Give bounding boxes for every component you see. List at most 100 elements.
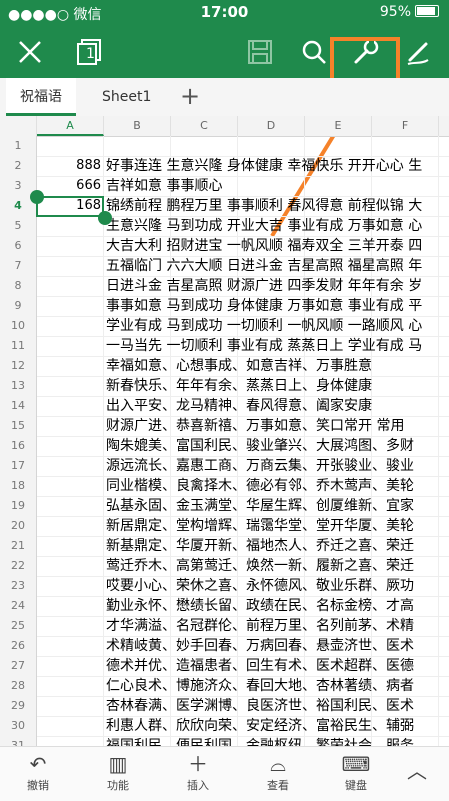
row-header[interactable]: 21 [0, 536, 37, 557]
cell-b[interactable]: 源远流长、嘉惠工商、万商云集、开张骏业、骏业 [106, 456, 449, 476]
row-header[interactable]: 23 [0, 576, 37, 597]
row-header[interactable]: 8 [0, 276, 37, 297]
view-button[interactable]: ⌓ 查看 [248, 751, 308, 793]
cell-a[interactable] [37, 316, 103, 336]
cell-a[interactable] [37, 456, 103, 476]
row-header[interactable]: 7 [0, 256, 37, 277]
cell-b[interactable]: 新居鼎定、堂构增辉、瑞霭华堂、堂开华厦、美轮 [106, 516, 449, 536]
cell-b[interactable]: 仁心良术、博施济众、春回大地、杏林著绩、病者 [106, 676, 449, 696]
cell-a[interactable] [37, 336, 103, 356]
row-header[interactable]: 2 [0, 156, 37, 177]
cell-b[interactable]: 勤业永怀、懋绩长留、政绩在民、名标金榜、才高 [106, 596, 449, 616]
cell-a[interactable] [37, 716, 103, 736]
cell-b[interactable]: 锦绣前程 鹏程万里 事事顺利 春风得意 前程似锦 大 [106, 196, 449, 216]
undo-button[interactable]: ↶ 撤销 [8, 751, 68, 793]
row-header[interactable]: 19 [0, 496, 37, 517]
cell-b[interactable]: 出入平安、龙马精神、春风得意、阖家安康 [106, 396, 449, 416]
row-header[interactable]: 25 [0, 616, 37, 637]
cell-a[interactable] [37, 376, 103, 396]
cell-b[interactable]: 生意兴隆 马到功成 开业大吉 事业有成 万事如意 心 [106, 216, 449, 236]
cell-a[interactable] [37, 656, 103, 676]
cell-b[interactable]: 德术并优、造福患者、回生有术、医术超群、医德 [106, 656, 449, 676]
row-header[interactable]: 16 [0, 436, 37, 457]
corner-cell[interactable] [0, 116, 37, 136]
close-button[interactable] [12, 34, 48, 70]
row-header[interactable]: 9 [0, 296, 37, 317]
column-header-c[interactable]: C [171, 116, 238, 136]
cell-a[interactable] [37, 236, 103, 256]
function-button[interactable]: ▥ 功能 [88, 751, 148, 793]
cell-a[interactable] [37, 356, 103, 376]
cell-a[interactable] [37, 556, 103, 576]
row-header[interactable]: 18 [0, 476, 37, 497]
row-header[interactable]: 14 [0, 396, 37, 417]
row-header[interactable]: 30 [0, 716, 37, 737]
spreadsheet-grid[interactable]: A B C D E F 1 2 888 好事连连 生意兴隆 身体健康 幸福快乐 开开心… [0, 116, 449, 746]
row-header[interactable]: 1 [0, 136, 37, 157]
cell-a[interactable] [37, 576, 103, 596]
row-header[interactable]: 17 [0, 456, 37, 477]
tab-zhufuyu[interactable]: 祝福语 [6, 78, 76, 116]
cell-b[interactable]: 五福临门 六六大顺 日进斗金 吉星高照 福星高照 年 [106, 256, 449, 276]
cell-b[interactable]: 好事连连 生意兴隆 身体健康 幸福快乐 开开心心 生 [106, 156, 449, 176]
row-header[interactable]: 10 [0, 316, 37, 337]
cell-a[interactable] [37, 496, 103, 516]
collapse-button[interactable]: ︿ [392, 751, 442, 783]
cell-b[interactable]: 新基鼎定、华厦开新、福地杰人、乔迁之喜、荣迁 [106, 536, 449, 556]
cell-b[interactable]: 莺迁乔木、高第莺迁、焕然一新、履新之喜、荣迁 [106, 556, 449, 576]
row-header[interactable]: 24 [0, 596, 37, 617]
cell-a[interactable] [37, 596, 103, 616]
column-header-d[interactable]: D [238, 116, 305, 136]
cell-b[interactable]: 一马当先 一切顺利 事业有成 蒸蒸日上 学业有成 马 [106, 336, 449, 356]
cell-a[interactable] [37, 516, 103, 536]
save-button[interactable] [242, 34, 278, 70]
row-header[interactable]: 13 [0, 376, 37, 397]
keyboard-button[interactable]: ⌨ 键盘 [326, 751, 386, 793]
cell-a[interactable] [37, 296, 103, 316]
column-header-b[interactable]: B [104, 116, 171, 136]
pen-button[interactable] [400, 34, 436, 70]
cell-a[interactable] [37, 616, 103, 636]
cell-b[interactable]: 福国利民、便民利国、金融枢纽、繁荣社会、服务 [106, 736, 449, 746]
selection-handle-end[interactable] [98, 211, 112, 225]
column-header-e[interactable]: E [305, 116, 372, 136]
column-header-a[interactable]: A [37, 116, 104, 136]
cell-a[interactable] [37, 416, 103, 436]
add-sheet-button[interactable]: + [180, 78, 200, 116]
cell-b[interactable]: 利惠人群、欣欣向荣、安定经济、富裕民生、辅弼 [106, 716, 449, 736]
cell-b[interactable]: 财源广进、恭喜新禧、万事如意、笑口常开 常用 [106, 416, 449, 436]
row-header[interactable]: 27 [0, 656, 37, 677]
cell-b[interactable]: 大吉大利 招财进宝 一帆风顺 福寿双全 三羊开泰 四 [106, 236, 449, 256]
cell-a[interactable] [37, 276, 103, 296]
tab-sheet1[interactable]: Sheet1 [88, 78, 165, 116]
search-button[interactable] [296, 34, 332, 70]
cell-a[interactable] [37, 536, 103, 556]
cell-b[interactable]: 弘基永固、金玉满堂、华屋生辉、创厦维新、宜家 [106, 496, 449, 516]
cell-b[interactable]: 事事如意 马到成功 身体健康 万事如意 事业有成 平 [106, 296, 449, 316]
cell-a[interactable]: 666 [37, 176, 103, 196]
cell-b[interactable]: 杏林春满、医学渊博、良医济世、裕国利民、医术 [106, 696, 449, 716]
row-header[interactable]: 20 [0, 516, 37, 537]
selection-handle-start[interactable] [30, 190, 44, 204]
insert-button[interactable]: ＋ 插入 [168, 751, 228, 793]
cell-b[interactable]: 术精岐黄、妙手回春、万病回春、悬壶济世、医术 [106, 636, 449, 656]
row-header[interactable]: 11 [0, 336, 37, 357]
cell-a[interactable] [37, 436, 103, 456]
row-header[interactable]: 6 [0, 236, 37, 257]
row-header[interactable]: 5 [0, 216, 37, 237]
cell-a[interactable] [37, 216, 103, 236]
selected-cell-a4[interactable] [36, 196, 104, 217]
cell-b[interactable]: 幸福如意、心想事成、如意吉祥、万事胜意 [106, 356, 449, 376]
cell-b[interactable]: 同业楷模、良禽择木、德必有邻、乔木莺声、美轮 [106, 476, 449, 496]
cell-b[interactable]: 才华满溢、名冠群伦、前程万里、名列前茅、术精 [106, 616, 449, 636]
row-header[interactable]: 26 [0, 636, 37, 657]
cell-b[interactable] [106, 136, 449, 156]
cell-a[interactable] [37, 396, 103, 416]
cell-a[interactable] [37, 136, 103, 156]
cell-a[interactable] [37, 256, 103, 276]
column-header-f[interactable]: F [372, 116, 439, 136]
cell-b[interactable]: 日进斗金 吉星高照 财源广进 四季发财 年年有余 岁 [106, 276, 449, 296]
row-header[interactable]: 22 [0, 556, 37, 577]
cell-b[interactable]: 陶朱媲美、富国利民、骏业肇兴、大展鸿图、多财 [106, 436, 449, 456]
cell-a[interactable] [37, 676, 103, 696]
